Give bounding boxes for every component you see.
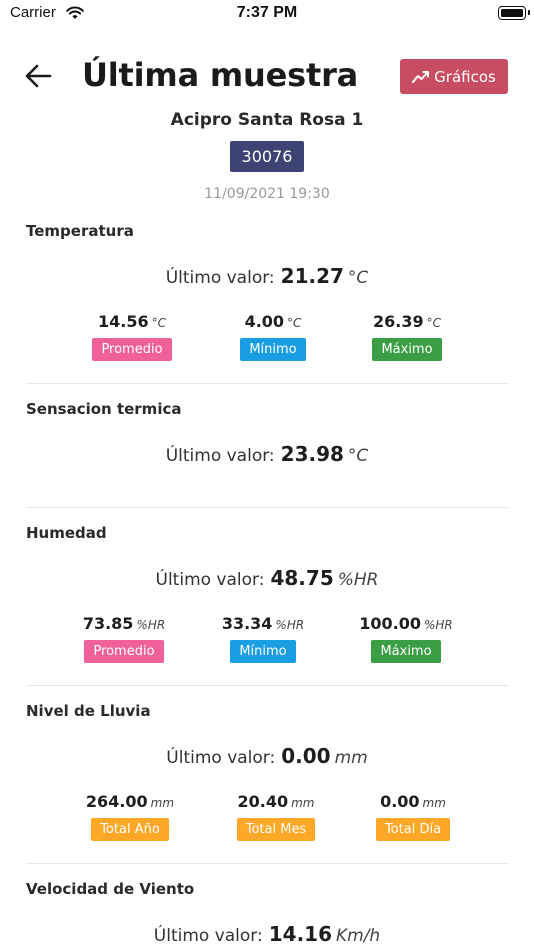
section-title: Sensacion termica (26, 400, 182, 418)
last-value-label: Último valor: (153, 926, 263, 946)
status-bar: Carrier 7:37 PM (0, 0, 534, 30)
stat-maximo: 26.39 °C Máximo (337, 312, 477, 361)
stat-unit: °C (151, 316, 166, 330)
stat-unit: %HR (423, 618, 453, 632)
section-title: Velocidad de Viento (26, 880, 195, 898)
divider (26, 863, 508, 864)
stat-value: 0.00 (380, 792, 420, 811)
back-arrow-icon[interactable] (24, 62, 52, 90)
stat-value: 33.34 (221, 614, 273, 633)
stat-unit: mm (291, 796, 315, 810)
last-value-row: Último valor: 0.00 mm (0, 744, 534, 768)
last-value: 21.27 (280, 264, 344, 288)
last-value: 0.00 (281, 744, 331, 768)
last-value-row: Último valor: 48.75 %HR (0, 566, 534, 590)
stat-value: 20.40 (237, 792, 289, 811)
stat-value: 73.85 (82, 614, 134, 633)
stat-unit: mm (150, 796, 175, 810)
section-title: Humedad (26, 524, 107, 542)
page-title: Última muestra (82, 56, 359, 94)
badge-promedio: Promedio (92, 338, 172, 361)
graficos-button[interactable]: Gráficos (400, 59, 508, 94)
last-value-label: Último valor: (165, 446, 275, 466)
stat-maximo: 100.00 %HR Máximo (336, 614, 476, 663)
last-value-row: Último valor: 21.27 °C (0, 264, 534, 288)
stat-value: 4.00 (244, 312, 285, 331)
last-value-unit: Km/h (336, 926, 381, 946)
last-value-label: Último valor: (166, 748, 276, 768)
badge-minimo: Mínimo (230, 640, 296, 663)
last-value: 23.98 (280, 442, 344, 466)
clock: 7:37 PM (236, 4, 298, 21)
stat-promedio: 73.85 %HR Promedio (54, 614, 194, 663)
stat-total-mes: 20.40 mm Total Mes (206, 792, 346, 841)
stat-total-ano: 264.00 mm Total Año (60, 792, 200, 841)
last-value: 48.75 (270, 566, 334, 590)
last-value-unit: °C (347, 268, 369, 288)
stat-value: 14.56 (98, 312, 149, 331)
badge-total-mes: Total Mes (236, 818, 316, 841)
section-title: Temperatura (26, 222, 134, 240)
badge-minimo: Mínimo (240, 338, 306, 361)
stat-promedio: 14.56 °C Promedio (62, 312, 202, 361)
stat-value: 100.00 (359, 614, 421, 633)
last-value-unit: °C (347, 446, 369, 466)
last-value-label: Último valor: (165, 268, 275, 288)
badge-maximo: Máximo (371, 640, 441, 663)
divider (26, 507, 508, 508)
last-value-row: Último valor: 23.98 °C (0, 442, 534, 466)
divider (26, 383, 508, 384)
stat-minimo: 4.00 °C Mínimo (203, 312, 343, 361)
section-title: Nivel de Lluvia (26, 702, 151, 720)
battery-icon (498, 6, 530, 20)
stat-unit: %HR (275, 618, 305, 632)
divider (26, 685, 508, 686)
stat-unit: mm (422, 796, 446, 810)
badge-total-ano: Total Año (91, 818, 169, 841)
station-code-badge: 30076 (230, 141, 304, 172)
stat-unit: %HR (136, 618, 166, 632)
graficos-label: Gráficos (434, 67, 496, 86)
badge-promedio: Promedio (84, 640, 164, 663)
chart-trend-icon (412, 70, 430, 83)
stat-unit: °C (426, 316, 441, 330)
badge-maximo: Máximo (372, 338, 442, 361)
stat-value: 264.00 (85, 792, 148, 811)
last-value-unit: %HR (337, 570, 379, 590)
stat-minimo: 33.34 %HR Mínimo (193, 614, 333, 663)
last-value-label: Último valor: (155, 570, 265, 590)
last-value: 14.16 (268, 922, 332, 946)
sample-timestamp: 11/09/2021 19:30 (204, 186, 330, 202)
last-value-unit: mm (334, 748, 368, 768)
badge-total-dia: Total Día (375, 818, 451, 841)
stat-total-dia: 0.00 mm Total Día (343, 792, 483, 841)
stat-value: 26.39 (373, 312, 424, 331)
stat-unit: °C (287, 316, 302, 330)
station-name: Acipro Santa Rosa 1 (170, 110, 364, 130)
last-value-row: Último valor: 14.16 Km/h (0, 922, 534, 946)
